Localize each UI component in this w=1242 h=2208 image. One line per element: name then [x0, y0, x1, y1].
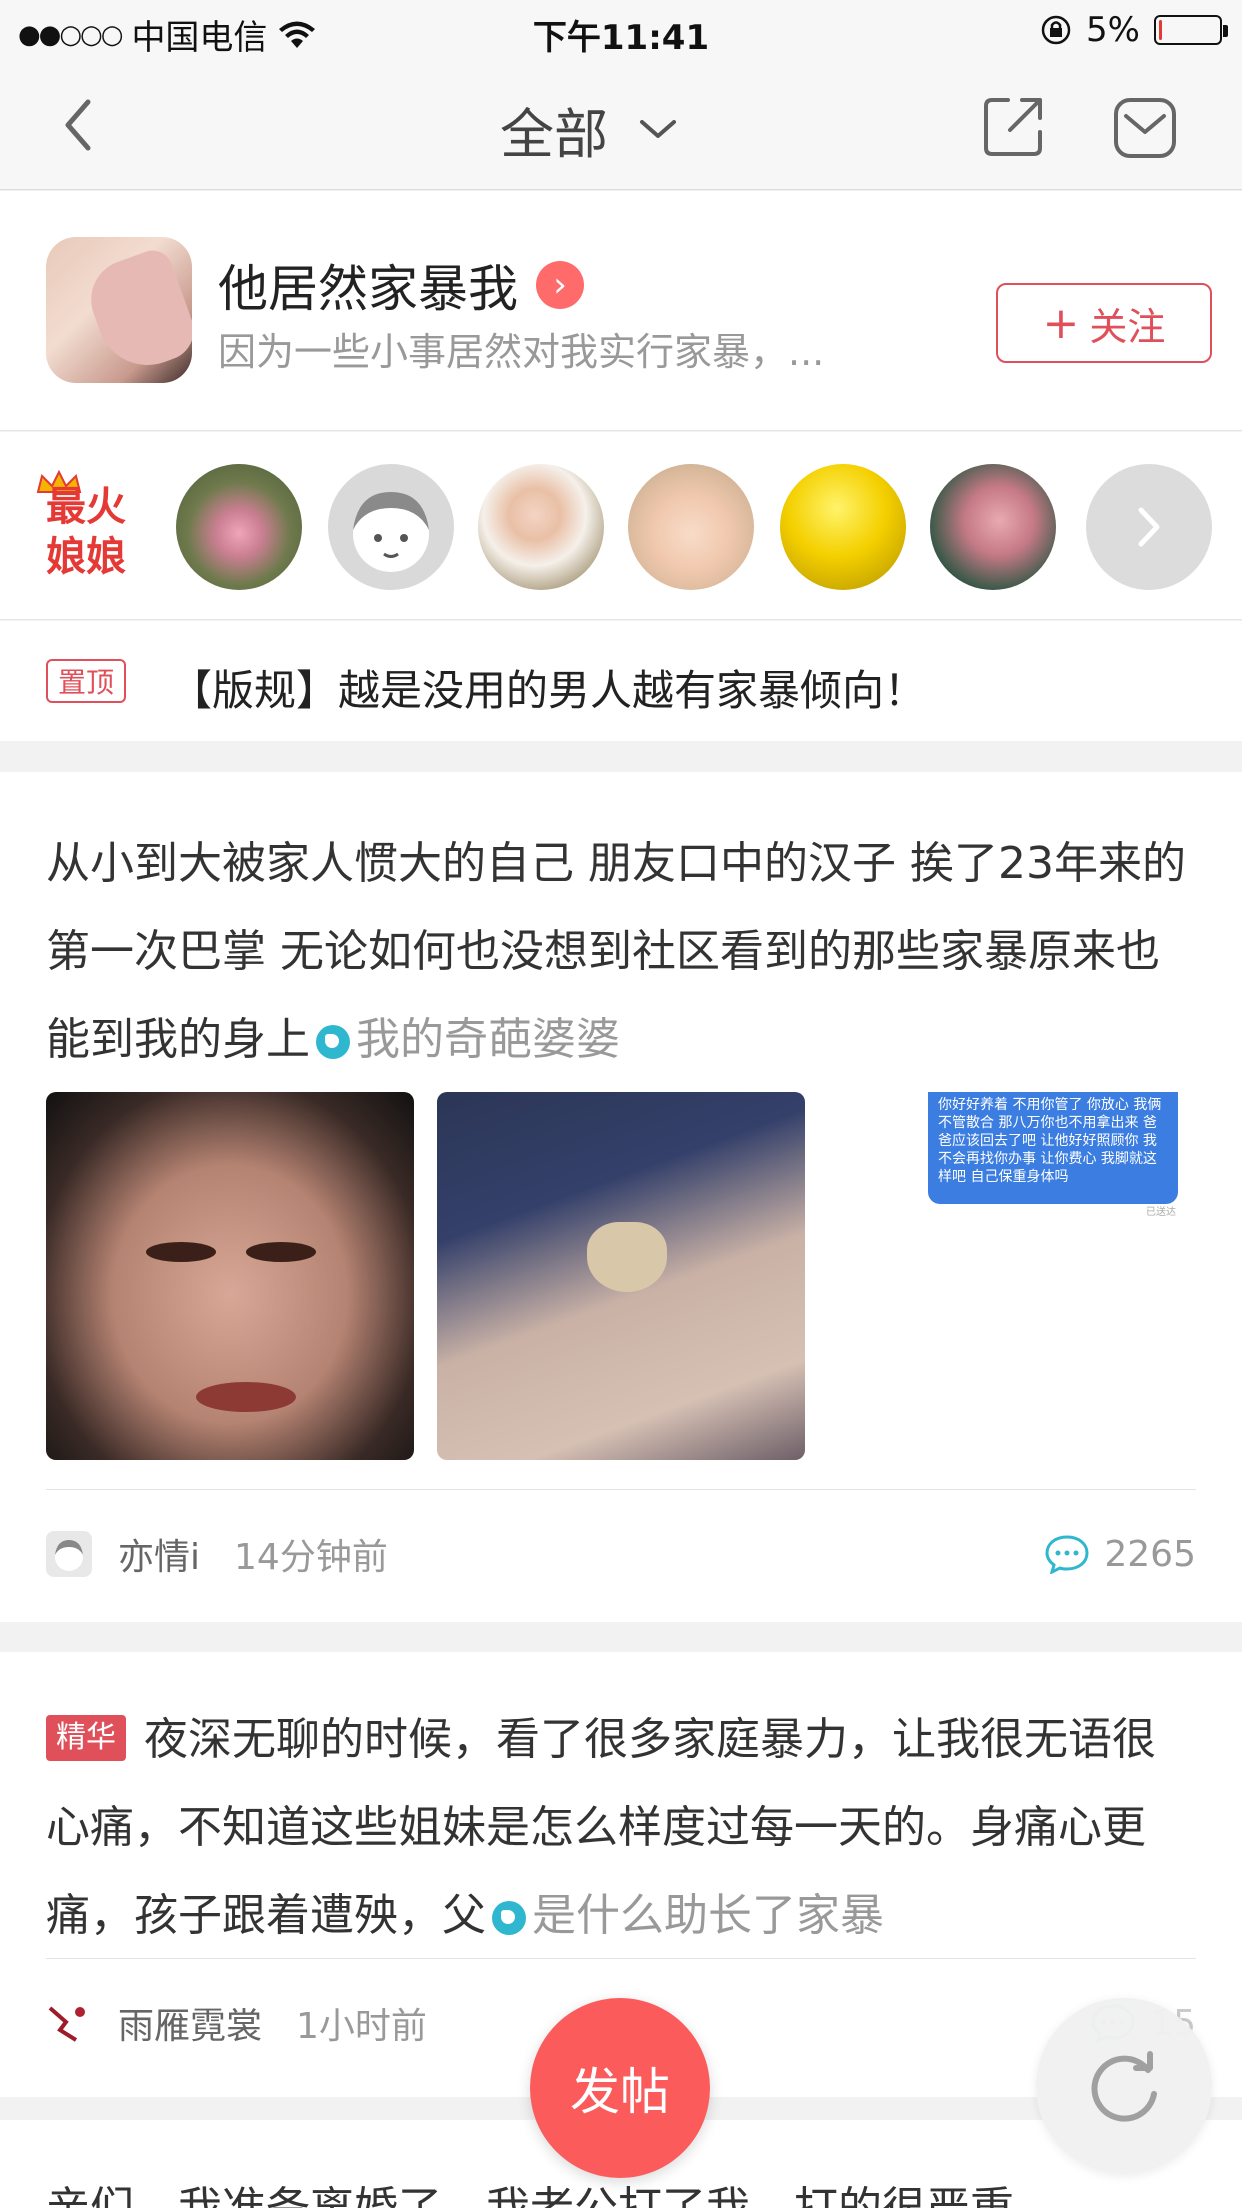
chevron-down-icon	[640, 119, 676, 138]
face-mouth	[196, 1382, 296, 1412]
new-post-button[interactable]: 发帖	[530, 1998, 710, 2178]
divider	[46, 1489, 1196, 1490]
status-bar: ●●○○○ 中国电信 下午11:41 5%	[0, 0, 1242, 60]
topic-tag-icon	[316, 1025, 350, 1059]
comment-icon	[1045, 1535, 1089, 1574]
pinned-notice[interactable]: 置顶 【版规】越是没用的男人越有家暴倾向！	[0, 621, 1242, 741]
hot-members-row: 最火 娘娘	[0, 432, 1242, 620]
comment-count[interactable]: 2265	[1044, 1534, 1196, 1575]
refresh-icon	[1091, 2051, 1157, 2122]
post-card[interactable]: 从小到大被家人惯大的自己 朋友口中的汉子 挨了23年来的第一次巴掌 无论如何也没…	[0, 772, 1242, 1622]
topic-link[interactable]: 是什么助长了家暴	[532, 1890, 884, 1941]
share-icon[interactable]	[980, 94, 1046, 160]
battery-icon	[1154, 15, 1228, 45]
face-eye	[146, 1242, 216, 1262]
essence-tag: 精华	[46, 1715, 126, 1761]
post-image[interactable]: 你好好养着 不用你管了 你放心 我俩不管散合 那八万你也不用拿出来 爸爸应该回去…	[926, 1092, 1182, 1218]
hot-badge-line1: 最火	[46, 484, 126, 530]
post-footer: 亦情i 14分钟前 2265	[46, 1528, 1196, 1580]
more-members-button[interactable]	[1086, 464, 1212, 590]
chat-bubble: 你好好养着 不用你管了 你放心 我俩不管散合 那八万你也不用拿出来 爸爸应该回去…	[928, 1092, 1178, 1204]
member-avatar[interactable]	[176, 464, 302, 590]
author-name[interactable]: 雨雁霓裳	[118, 1997, 262, 2049]
pinned-text: 【版规】越是没用的男人越有家暴倾向！	[170, 666, 927, 715]
group-avatar[interactable]	[46, 237, 192, 383]
member-avatar[interactable]	[930, 464, 1056, 590]
chat-meta: 已送达	[1146, 1207, 1176, 1218]
back-icon[interactable]	[46, 90, 116, 160]
battery-percent: 5%	[1086, 10, 1140, 50]
author-name[interactable]: 亦情i	[118, 1528, 200, 1580]
author-avatar-art	[48, 2006, 85, 2042]
member-avatar[interactable]	[328, 464, 454, 590]
hot-badge: 最火 娘娘	[34, 482, 138, 582]
pinned-tag: 置顶	[46, 659, 127, 703]
topic-tag-icon	[492, 1901, 526, 1935]
heart-object	[587, 1222, 667, 1292]
chevron-right-icon: ›	[536, 261, 584, 309]
post-time: 14分钟前	[234, 1537, 388, 1578]
rotation-lock-icon	[1041, 15, 1071, 45]
author-avatar[interactable]	[46, 1531, 92, 1577]
plus-icon: +	[1042, 297, 1080, 349]
default-avatar-icon	[55, 1540, 83, 1571]
post-title: 精华 夜深无聊的时候，看了很多家庭暴力，让我很无语很心痛，不知道这些姐妹是怎么样度…	[46, 1696, 1196, 1960]
author-avatar[interactable]	[46, 2000, 92, 2046]
member-avatar[interactable]	[478, 464, 604, 590]
chevron-right-icon	[1138, 507, 1160, 547]
refresh-button[interactable]	[1036, 1998, 1212, 2174]
post-title-text: 亲们，我准备离婚了，我老公打了我，打的很严重	[46, 2172, 1014, 2208]
status-right: 5%	[1040, 10, 1228, 50]
default-avatar-icon	[353, 492, 429, 572]
group-name-row[interactable]: 他居然家暴我 ›	[218, 249, 584, 321]
post-time: 1小时前	[296, 2006, 427, 2047]
follow-label: 关注	[1089, 304, 1166, 349]
member-avatar[interactable]	[628, 464, 754, 590]
group-name: 他居然家暴我	[218, 260, 518, 318]
post-image[interactable]	[46, 1092, 414, 1460]
post-title: 从小到大被家人惯大的自己 朋友口中的汉子 挨了23年来的第一次巴掌 无论如何也没…	[46, 820, 1196, 1084]
mail-icon[interactable]	[1112, 96, 1178, 160]
nav-title-dropdown[interactable]: 全部	[500, 90, 678, 169]
member-avatar[interactable]	[780, 464, 906, 590]
topic-link[interactable]: 我的奇葩婆婆	[356, 1014, 620, 1065]
battery-level	[1159, 20, 1162, 40]
face-eye	[246, 1242, 316, 1262]
nav-title: 全部	[500, 103, 608, 166]
comment-count-value: 2265	[1104, 1533, 1196, 1575]
new-post-label: 发帖	[570, 2063, 670, 2121]
group-header: 他居然家暴我 › 因为一些小事居然对我实行家暴，... + 关注	[0, 191, 1242, 431]
follow-button[interactable]: + 关注	[996, 283, 1212, 363]
group-description: 因为一些小事居然对我实行家暴，...	[218, 330, 825, 374]
divider	[46, 1958, 1196, 1959]
hot-badge-line2: 娘娘	[46, 534, 126, 580]
post-image[interactable]	[437, 1092, 805, 1460]
nav-bar: 全部	[0, 60, 1242, 190]
